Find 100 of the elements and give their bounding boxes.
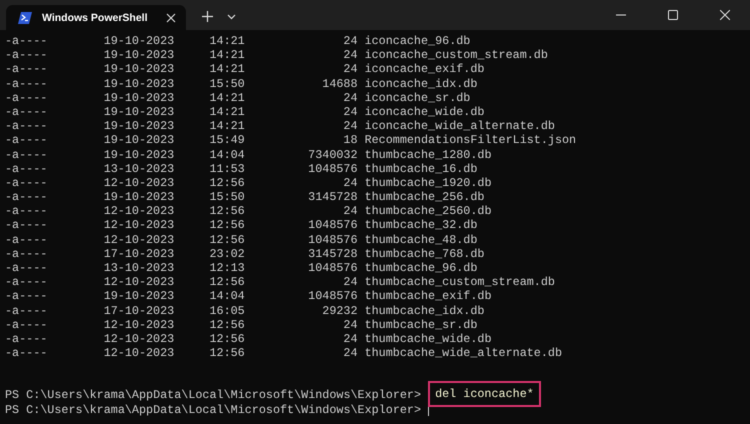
prompt-text: PS C:\Users\krama\AppData\Local\Microsoft\Windows\Explorer> xyxy=(5,402,422,417)
file-length: 24 xyxy=(342,90,358,105)
file-date: 12-10-2023 xyxy=(104,318,176,332)
file-name: thumbcache_2560.db xyxy=(364,204,492,218)
file-length: 14688 xyxy=(321,76,358,91)
file-mode: -a---- xyxy=(5,275,48,290)
file-mode: -a---- xyxy=(5,246,48,262)
file-time: 15:50 xyxy=(209,190,245,204)
file-mode: -a---- xyxy=(5,119,48,134)
file-date: 19-10-2023 xyxy=(104,190,176,204)
file-name: thumbcache_idx.db xyxy=(364,304,484,318)
file-mode: -a---- xyxy=(5,204,48,218)
file-name: iconcache_sr.db xyxy=(364,90,470,105)
file-time: 14:21 xyxy=(209,62,245,77)
file-length: 1048576 xyxy=(307,162,358,176)
file-mode: -a---- xyxy=(5,176,48,190)
file-name: thumbcache_48.db xyxy=(364,232,478,247)
file-date: 19-10-2023 xyxy=(104,34,176,48)
file-time: 12:56 xyxy=(209,232,245,247)
file-name: iconcache_exif.db xyxy=(364,62,484,77)
file-date: 12-10-2023 xyxy=(104,204,176,218)
file-length: 24 xyxy=(342,346,358,360)
file-name: thumbcache_1920.db xyxy=(364,176,492,190)
file-name: thumbcache_768.db xyxy=(364,246,484,262)
file-length: 1048576 xyxy=(307,261,358,276)
file-date: 19-10-2023 xyxy=(104,62,176,77)
file-mode: -a---- xyxy=(5,218,48,233)
file-mode: -a---- xyxy=(5,346,48,360)
file-time: 14:21 xyxy=(209,90,245,105)
plus-icon[interactable] xyxy=(202,11,213,22)
file-time: 12:56 xyxy=(209,318,245,332)
file-mode: -a---- xyxy=(5,48,48,62)
file-length: 3145728 xyxy=(307,246,358,262)
file-mode: -a---- xyxy=(5,133,48,148)
file-mode: -a---- xyxy=(5,162,48,176)
powershell-icon xyxy=(18,10,32,24)
file-length: 24 xyxy=(342,34,358,48)
file-name: iconcache_wide.db xyxy=(364,104,484,120)
file-name: thumbcache_wide.db xyxy=(364,332,492,346)
file-date: 12-10-2023 xyxy=(104,176,176,190)
file-mode: -a---- xyxy=(5,261,48,276)
file-mode: -a---- xyxy=(5,232,48,247)
file-mode: -a---- xyxy=(5,332,48,346)
file-time: 12:56 xyxy=(209,346,245,360)
prompt-text: PS C:\Users\krama\AppData\Local\Microsoft\Windows\Explorer> xyxy=(5,388,422,403)
file-length: 18 xyxy=(342,133,358,148)
file-name: RecommendationsFilterList.json xyxy=(364,133,576,148)
file-name: thumbcache_exif.db xyxy=(364,289,492,304)
file-mode: -a---- xyxy=(5,318,48,332)
close-icon[interactable] xyxy=(166,12,176,22)
file-mode: -a---- xyxy=(5,190,48,204)
file-name: thumbcache_96.db xyxy=(364,261,478,276)
maximize-icon[interactable] xyxy=(668,10,678,20)
file-date: 19-10-2023 xyxy=(104,90,176,105)
file-date: 19-10-2023 xyxy=(104,48,176,62)
file-time: 16:05 xyxy=(209,304,245,318)
file-name: thumbcache_256.db xyxy=(364,190,484,204)
file-date: 12-10-2023 xyxy=(104,275,176,290)
file-mode: -a---- xyxy=(5,304,48,318)
file-length: 24 xyxy=(342,204,358,218)
chevron-down-icon[interactable] xyxy=(227,14,236,20)
file-mode: -a---- xyxy=(5,104,48,120)
file-time: 12:56 xyxy=(209,275,245,290)
file-time: 14:21 xyxy=(209,104,245,120)
file-date: 19-10-2023 xyxy=(104,119,176,134)
file-name: thumbcache_wide_alternate.db xyxy=(364,346,562,360)
file-length: 24 xyxy=(342,119,358,134)
file-date: 17-10-2023 xyxy=(104,246,176,262)
file-length: 7340032 xyxy=(307,148,358,162)
file-mode: -a---- xyxy=(5,289,48,304)
file-time: 11:53 xyxy=(209,162,245,176)
file-time: 14:04 xyxy=(209,148,245,162)
file-date: 12-10-2023 xyxy=(104,218,176,233)
file-time: 14:04 xyxy=(209,289,245,304)
file-length: 24 xyxy=(342,104,358,120)
file-date: 13-10-2023 xyxy=(104,162,176,176)
file-length: 24 xyxy=(342,332,358,346)
file-time: 14:21 xyxy=(209,34,245,48)
close-icon[interactable] xyxy=(720,10,730,20)
file-name: iconcache_custom_stream.db xyxy=(364,48,548,62)
command-text: del iconcache* xyxy=(428,381,541,408)
file-mode: -a---- xyxy=(5,34,48,48)
file-time: 12:56 xyxy=(209,332,245,346)
file-time: 12:56 xyxy=(209,204,245,218)
file-name: thumbcache_sr.db xyxy=(364,318,478,332)
file-name: thumbcache_1280.db xyxy=(364,148,492,162)
file-time: 12:56 xyxy=(209,218,245,233)
file-length: 24 xyxy=(342,62,358,77)
file-length: 24 xyxy=(342,318,358,332)
file-time: 23:02 xyxy=(209,246,245,262)
file-date: 19-10-2023 xyxy=(104,133,176,148)
file-date: 12-10-2023 xyxy=(104,332,176,346)
terminal-tab[interactable]: Windows PowerShell xyxy=(6,5,186,30)
file-name: thumbcache_16.db xyxy=(364,162,478,176)
file-date: 19-10-2023 xyxy=(104,148,176,162)
file-date: 19-10-2023 xyxy=(104,289,176,304)
file-length: 3145728 xyxy=(307,190,358,204)
file-time: 14:21 xyxy=(209,119,245,134)
file-date: 19-10-2023 xyxy=(104,76,176,91)
file-name: iconcache_idx.db xyxy=(364,76,478,91)
